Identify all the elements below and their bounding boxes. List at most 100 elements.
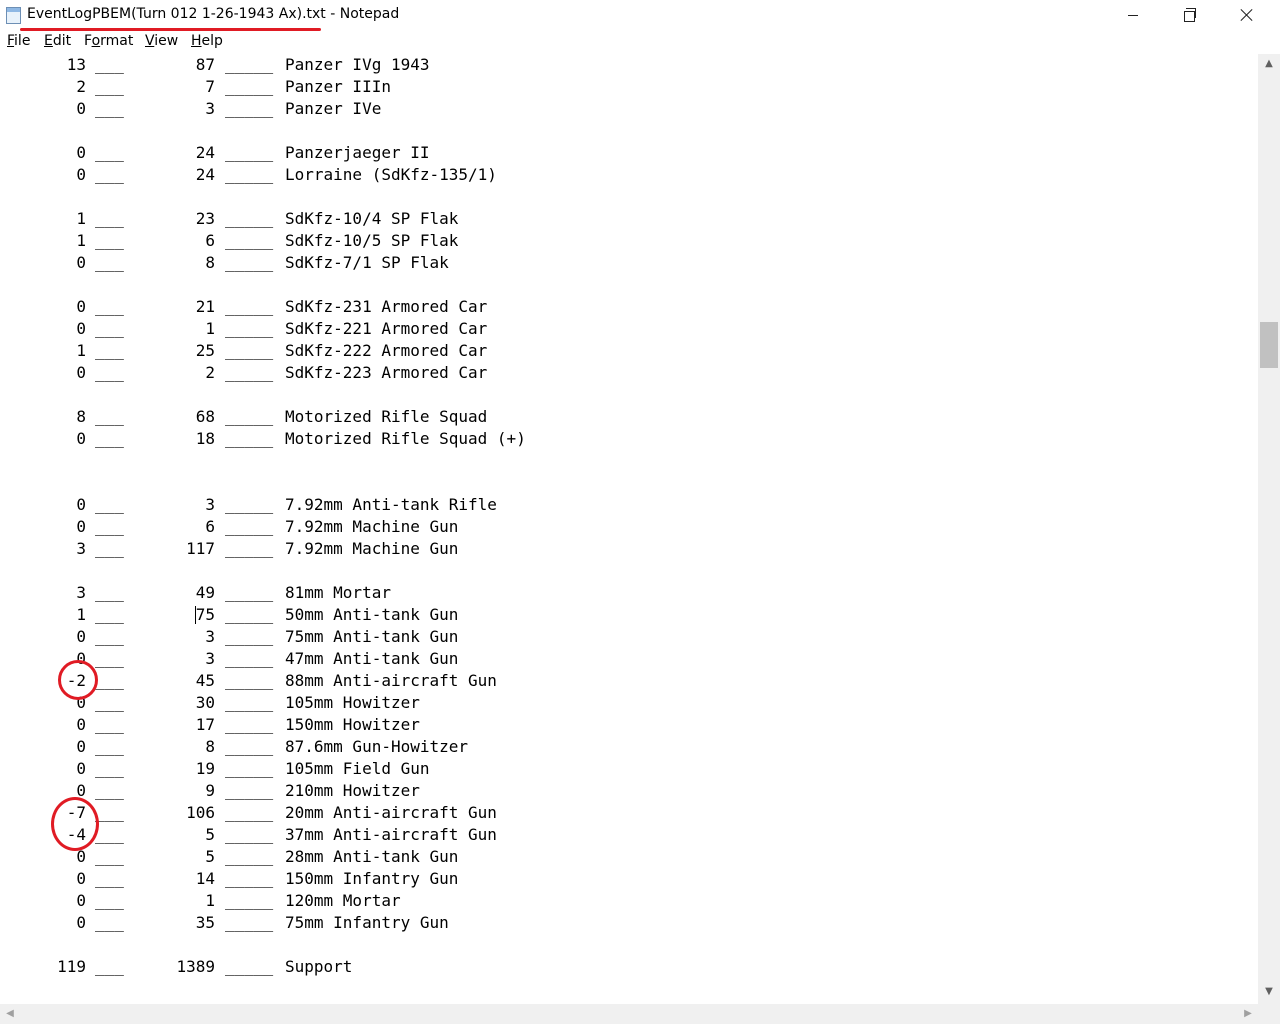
- blank-field: _____: [225, 143, 274, 162]
- blank-field: ___: [95, 495, 124, 514]
- quantity-total: 68: [195, 407, 215, 426]
- unit-name: 28mm Anti-tank Gun: [285, 847, 459, 866]
- blank-field: ___: [95, 209, 124, 228]
- unit-name: 75mm Anti-tank Gun: [285, 627, 459, 646]
- blank-field: _____: [225, 363, 274, 382]
- quantity-change: 0: [76, 143, 86, 162]
- unit-name: 150mm Howitzer: [285, 715, 420, 734]
- text-line: 8 ___ 68 _____ Motorized Rifle Squad: [0, 406, 1258, 428]
- close-button[interactable]: [1218, 0, 1276, 30]
- text-line: 119 ___ 1389 _____ Support: [0, 956, 1258, 978]
- blank-field: ___: [95, 957, 124, 976]
- quantity-total: 5: [205, 847, 215, 866]
- blank-field: ___: [95, 759, 124, 778]
- menu-format[interactable]: Format: [84, 33, 133, 49]
- blank-field: _____: [225, 891, 274, 910]
- scrollbar-corner: [1258, 1004, 1280, 1024]
- text-line: 13 ___ 87 _____ Panzer IVg 1943: [0, 54, 1258, 76]
- text-line: 0 ___ 9 _____ 210mm Howitzer: [0, 780, 1258, 802]
- unit-name: 210mm Howitzer: [285, 781, 420, 800]
- unit-name: SdKfz-10/4 SP Flak: [285, 209, 459, 228]
- blank-field: _____: [225, 715, 274, 734]
- blank-field: _____: [225, 605, 274, 624]
- horizontal-scrollbar[interactable]: ◀ ▶: [0, 1004, 1258, 1024]
- minimize-button[interactable]: [1104, 0, 1162, 30]
- quantity-change: 0: [76, 297, 86, 316]
- unit-name: 7.92mm Machine Gun: [285, 539, 459, 558]
- text-line: 0 ___ 5 _____ 28mm Anti-tank Gun: [0, 846, 1258, 868]
- quantity-total: 23: [195, 209, 215, 228]
- menu-view[interactable]: View: [145, 33, 178, 49]
- scrollbar-thumb[interactable]: [1260, 322, 1278, 368]
- blank-field: _____: [225, 209, 274, 228]
- minimize-icon: [1128, 14, 1138, 16]
- blank-field: _____: [225, 913, 274, 932]
- blank-field: _____: [225, 429, 274, 448]
- unit-name: 50mm Anti-tank Gun: [285, 605, 459, 624]
- text-line: 0 ___ 17 _____ 150mm Howitzer: [0, 714, 1258, 736]
- menu-help[interactable]: Help: [191, 33, 223, 49]
- blank-field: ___: [95, 539, 124, 558]
- blank-field: ___: [95, 429, 124, 448]
- text-line: 0 ___ 14 _____ 150mm Infantry Gun: [0, 868, 1258, 890]
- quantity-change: 2: [76, 77, 86, 96]
- title-bar[interactable]: EventLogPBEM(Turn 012 1-26-1943 Ax).txt …: [0, 0, 1280, 31]
- quantity-total: 6: [205, 517, 215, 536]
- unit-name: 7.92mm Anti-tank Rifle: [285, 495, 497, 514]
- quantity-change: 0: [76, 649, 86, 668]
- maximize-button[interactable]: [1160, 0, 1218, 30]
- text-editor-area[interactable]: 13 ___ 87 _____ Panzer IVg 1943 2 ___ 7 _____ Pan…: [0, 54, 1258, 1004]
- close-icon: [1240, 8, 1254, 22]
- unit-name: Panzer IIIn: [285, 77, 391, 96]
- quantity-total: 3: [205, 495, 215, 514]
- blank-field: _____: [225, 55, 274, 74]
- notepad-icon: [6, 7, 21, 24]
- quantity-total: 5: [205, 825, 215, 844]
- blank-field: _____: [225, 781, 274, 800]
- blank-field: ___: [95, 253, 124, 272]
- text-caret: [195, 606, 196, 624]
- unit-name: 81mm Mortar: [285, 583, 391, 602]
- unit-name: SdKfz-223 Armored Car: [285, 363, 488, 382]
- quantity-change: 0: [76, 99, 86, 118]
- scroll-left-icon[interactable]: ◀: [2, 1004, 18, 1024]
- quantity-change: 1: [76, 605, 86, 624]
- unit-name: 150mm Infantry Gun: [285, 869, 459, 888]
- blank-field: ___: [95, 803, 124, 822]
- blank-field: _____: [225, 957, 274, 976]
- quantity-change: -2: [66, 671, 86, 690]
- quantity-change: 0: [76, 737, 86, 756]
- quantity-change: 0: [76, 363, 86, 382]
- blank-field: ___: [95, 913, 124, 932]
- blank-field: ___: [95, 583, 124, 602]
- quantity-change: 8: [76, 407, 86, 426]
- quantity-total: 9: [205, 781, 215, 800]
- blank-field: _____: [225, 297, 274, 316]
- scroll-right-icon[interactable]: ▶: [1240, 1004, 1256, 1024]
- text-line: 0 ___ 3 _____ 7.92mm Anti-tank Rifle: [0, 494, 1258, 516]
- quantity-total: 49: [195, 583, 215, 602]
- quantity-change: 0: [76, 517, 86, 536]
- window-title: EventLogPBEM(Turn 012 1-26-1943 Ax).txt …: [27, 6, 400, 22]
- menu-file[interactable]: File: [7, 33, 30, 49]
- scroll-up-icon[interactable]: ▲: [1258, 56, 1280, 72]
- quantity-change: -7: [66, 803, 86, 822]
- blank-field: ___: [95, 869, 124, 888]
- menu-edit[interactable]: Edit: [44, 33, 71, 49]
- blank-field: _____: [225, 803, 274, 822]
- quantity-change: 0: [76, 627, 86, 646]
- vertical-scrollbar[interactable]: ▲ ▼: [1258, 54, 1280, 1004]
- unit-name: 7.92mm Machine Gun: [285, 517, 459, 536]
- quantity-total: 106: [186, 803, 215, 822]
- quantity-change: 0: [76, 495, 86, 514]
- blank-field: _____: [225, 825, 274, 844]
- blank-field: ___: [95, 297, 124, 316]
- blank-field: _____: [225, 341, 274, 360]
- unit-name: Panzer IVe: [285, 99, 382, 118]
- text-line: 0 ___ 30 _____ 105mm Howitzer: [0, 692, 1258, 714]
- text-line: -2 ___ 45 _____ 88mm Anti-aircraft Gun: [0, 670, 1258, 692]
- blank-field: ___: [95, 605, 124, 624]
- blank-field: ___: [95, 715, 124, 734]
- scroll-down-icon[interactable]: ▼: [1258, 984, 1280, 1000]
- unit-name: 47mm Anti-tank Gun: [285, 649, 459, 668]
